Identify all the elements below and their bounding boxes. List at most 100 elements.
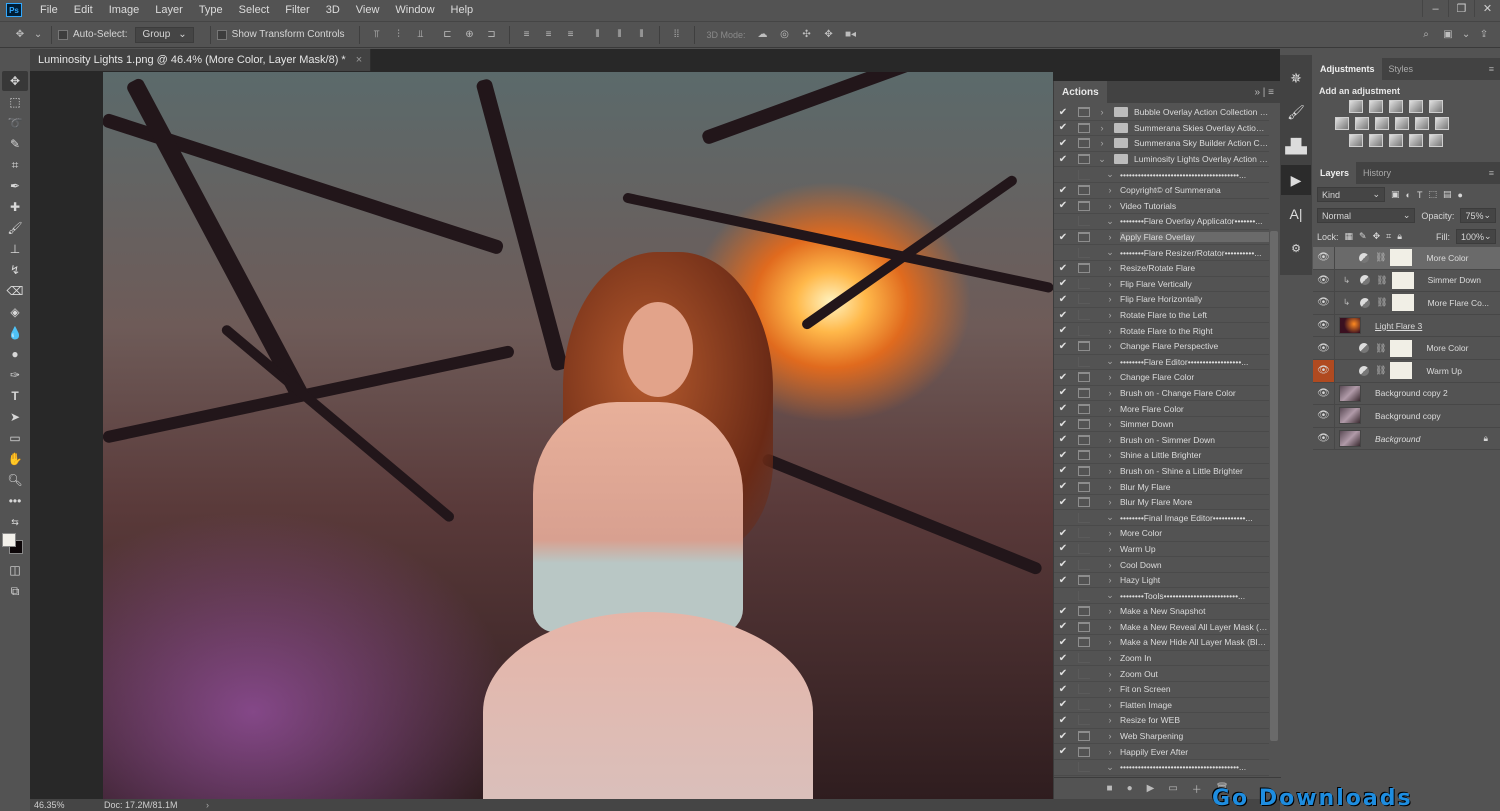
layer-thumbnail[interactable] xyxy=(1339,317,1361,335)
lock-pixels-icon[interactable]: ✎ xyxy=(1359,231,1367,242)
link-icon[interactable]: ⛓ xyxy=(1375,252,1386,263)
toggle-check-icon[interactable]: ✔ xyxy=(1054,699,1072,710)
visibility-eye-icon[interactable]: 👁︎ xyxy=(1313,337,1335,360)
layer-row[interactable]: 👁︎ Background copy xyxy=(1313,404,1500,428)
toggle-check-icon[interactable]: ✔ xyxy=(1054,294,1072,305)
actions-scrollbar[interactable] xyxy=(1270,231,1278,741)
expand-chevron-icon[interactable]: › xyxy=(1104,700,1116,710)
action-item[interactable]: ✔ › Make a New Reveal All Layer Mask (W... xyxy=(1054,620,1269,636)
distribute-hcenter-icon[interactable]: ⦀ xyxy=(612,28,628,42)
distribute-right-icon[interactable]: ⦀ xyxy=(634,28,650,42)
fill-input[interactable]: 100% ⌄ xyxy=(1456,229,1496,244)
screen-mode-icon[interactable]: ⧉ xyxy=(2,581,28,601)
zoom-level[interactable]: 46.35% xyxy=(30,800,90,810)
dialog-toggle-icon[interactable] xyxy=(1078,465,1090,476)
action-item[interactable]: ✔ › Change Flare Color xyxy=(1054,370,1269,386)
layer-row[interactable]: 👁︎ ⛓ More Color xyxy=(1313,337,1500,360)
path-selection-tool-icon[interactable]: ➤ xyxy=(2,407,28,427)
close-document-icon[interactable]: × xyxy=(356,54,362,66)
expand-chevron-icon[interactable]: › xyxy=(1104,404,1116,414)
expand-chevron-icon[interactable]: › xyxy=(1104,388,1116,398)
expand-chevron-icon[interactable]: › xyxy=(1104,372,1116,382)
action-item[interactable]: ✔ › Fit on Screen xyxy=(1054,682,1269,698)
black-white-icon[interactable] xyxy=(1375,117,1389,130)
toggle-check-icon[interactable]: ✔ xyxy=(1054,138,1072,149)
toggle-check-icon[interactable]: ✔ xyxy=(1054,559,1072,570)
expand-chevron-icon[interactable]: › xyxy=(1104,653,1116,663)
action-item[interactable]: ✔ › Brush on - Shine a Little Brighter xyxy=(1054,464,1269,480)
toggle-check-icon[interactable]: ✔ xyxy=(1054,668,1072,679)
layer-filter-dropdown[interactable]: Kind ⌄ xyxy=(1317,187,1385,202)
expand-chevron-icon[interactable]: › xyxy=(1104,450,1116,460)
minimize-button[interactable]: – xyxy=(1422,0,1448,17)
brush-tool-icon[interactable]: 🖌 xyxy=(2,218,28,238)
dialog-toggle-icon[interactable] xyxy=(1078,497,1090,508)
visibility-eye-icon[interactable]: 👁︎ xyxy=(1313,269,1335,292)
expand-chevron-icon[interactable]: › xyxy=(1096,107,1108,117)
toggle-check-icon[interactable]: ✔ xyxy=(1054,232,1072,243)
more-tools-icon[interactable]: ••• xyxy=(2,491,28,511)
align-top-icon[interactable]: ⫪ xyxy=(369,28,385,42)
menu-edit[interactable]: Edit xyxy=(66,4,101,16)
align-vertical-center-icon[interactable]: ⫶ xyxy=(391,28,407,42)
tab-layers[interactable]: Layers xyxy=(1313,162,1357,184)
dodge-tool-icon[interactable]: ● xyxy=(2,344,28,364)
dialog-toggle-icon[interactable] xyxy=(1078,762,1090,773)
expand-chevron-icon[interactable]: › xyxy=(1104,419,1116,429)
toggle-check-icon[interactable]: ✔ xyxy=(1054,731,1072,742)
dialog-toggle-icon[interactable] xyxy=(1078,325,1090,336)
align-right-icon[interactable]: ⊐ xyxy=(484,28,500,42)
3d-pan-icon[interactable]: ✣ xyxy=(799,28,815,42)
expand-chevron-icon[interactable]: › xyxy=(1104,575,1116,585)
dialog-toggle-icon[interactable] xyxy=(1078,403,1090,414)
blur-tool-icon[interactable]: 💧 xyxy=(2,323,28,343)
expand-chevron-icon[interactable]: › xyxy=(1104,435,1116,445)
align-bottom-icon[interactable]: ⫫ xyxy=(413,28,429,42)
hand-tool-icon[interactable]: ✋ xyxy=(2,449,28,469)
expand-chevron-icon[interactable]: › xyxy=(1096,138,1108,148)
menu-view[interactable]: View xyxy=(348,4,388,16)
toggle-check-icon[interactable]: ✔ xyxy=(1054,341,1072,352)
history-brush-tool-icon[interactable]: ↯ xyxy=(2,260,28,280)
toggle-check-icon[interactable]: ✔ xyxy=(1054,325,1072,336)
toggle-check-icon[interactable]: ✔ xyxy=(1054,107,1072,118)
layer-row[interactable]: 👁︎ Background copy 2 xyxy=(1313,382,1500,406)
layer-row[interactable]: 👁︎ ⛓ Warm Up xyxy=(1313,359,1500,383)
toggle-check-icon[interactable]: ✔ xyxy=(1054,637,1072,648)
action-item[interactable]: ✔ › Hazy Light xyxy=(1054,573,1269,589)
pen-tool-icon[interactable]: ✑ xyxy=(2,365,28,385)
invert-icon[interactable] xyxy=(1349,134,1363,147)
play-icon[interactable]: ▶ xyxy=(1147,783,1155,794)
action-item[interactable]: ✔ › Rotate Flare to the Left xyxy=(1054,308,1269,324)
exposure-icon[interactable] xyxy=(1409,100,1423,113)
action-item[interactable]: ✔ › Blur My Flare More xyxy=(1054,495,1269,511)
toggle-check-icon[interactable]: ✔ xyxy=(1054,419,1072,430)
action-item[interactable]: ✔ › Brush on - Change Flare Color xyxy=(1054,386,1269,402)
dialog-toggle-icon[interactable] xyxy=(1078,263,1090,274)
toggle-check-icon[interactable]: ✔ xyxy=(1054,746,1072,757)
dialog-toggle-icon[interactable] xyxy=(1078,200,1090,211)
expand-chevron-icon[interactable]: › xyxy=(1104,294,1116,304)
dialog-toggle-icon[interactable] xyxy=(1078,512,1090,523)
expand-chevron-icon[interactable]: › xyxy=(1104,341,1116,351)
dialog-toggle-icon[interactable] xyxy=(1078,481,1090,492)
dialog-toggle-icon[interactable] xyxy=(1078,559,1090,570)
layer-thumbnail[interactable] xyxy=(1339,407,1361,425)
expand-chevron-icon[interactable]: › xyxy=(1104,528,1116,538)
expand-chevron-icon[interactable]: › xyxy=(1104,544,1116,554)
dialog-toggle-icon[interactable] xyxy=(1078,216,1090,227)
3d-roll-icon[interactable]: ◎ xyxy=(777,28,793,42)
dialog-toggle-icon[interactable] xyxy=(1078,294,1090,305)
expand-chevron-icon[interactable]: › xyxy=(1104,669,1116,679)
action-item[interactable]: ✔ › Happily Ever After xyxy=(1054,744,1269,760)
photo-filter-icon[interactable] xyxy=(1395,117,1409,130)
glyphs-icon[interactable]: ⚙ xyxy=(1281,233,1311,263)
dialog-toggle-icon[interactable] xyxy=(1078,450,1090,461)
toggle-check-icon[interactable]: ✔ xyxy=(1054,497,1072,508)
record-icon[interactable]: ● xyxy=(1127,783,1133,794)
lock-all-icon[interactable]: 🔒︎ xyxy=(1397,231,1402,242)
action-item[interactable]: ✔ › Make a New Hide All Layer Mask (Black) xyxy=(1054,635,1269,651)
paint-bucket-tool-icon[interactable]: ◈ xyxy=(2,302,28,322)
action-item[interactable]: ✔ › More Flare Color xyxy=(1054,401,1269,417)
expand-chevron-icon[interactable]: › xyxy=(1104,326,1116,336)
